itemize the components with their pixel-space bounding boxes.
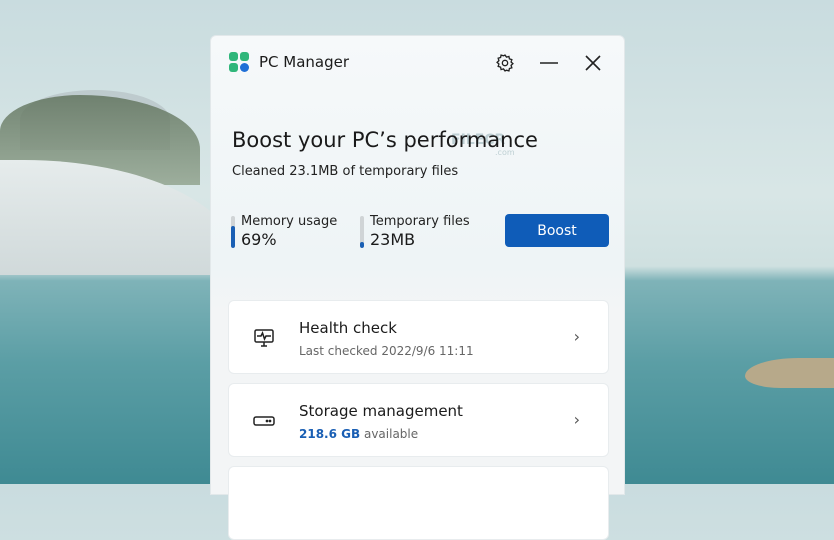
background-hill (0, 160, 240, 275)
health-monitor-icon (254, 329, 274, 347)
app-title: PC Manager (259, 53, 350, 71)
storage-management-card[interactable]: Storage management 218.6 GB available › (228, 383, 609, 457)
storage-available-value: 218.6 GB (299, 427, 361, 441)
temporary-files-bar (360, 216, 364, 248)
chevron-right-icon: › (573, 327, 580, 346)
storage-drive-icon (253, 416, 275, 426)
memory-usage-metric: Memory usage 69% (231, 214, 337, 250)
settings-button[interactable] (492, 50, 518, 76)
title-bar: PC Manager (229, 52, 349, 72)
metric-value: 69% (241, 230, 277, 249)
memory-usage-bar (231, 216, 235, 248)
close-button[interactable] (580, 50, 606, 76)
minimize-icon (540, 62, 558, 64)
minimize-button[interactable] (536, 50, 562, 76)
metric-value: 23MB (370, 230, 416, 249)
card-title: Storage management (299, 402, 463, 420)
card-title: Health check (299, 319, 397, 337)
hero-subtitle: Cleaned 23.1MB of temporary files (232, 164, 459, 179)
card-subtitle: Last checked 2022/9/6 11:11 (299, 344, 474, 358)
temporary-files-metric: Temporary files 23MB (360, 214, 470, 250)
metric-label: Memory usage (241, 214, 338, 229)
health-check-card[interactable]: Health check Last checked 2022/9/6 11:11… (228, 300, 609, 374)
pc-manager-window: PC Manager FILECR .com Boost your PC’s pe… (210, 35, 625, 540)
background-grass (745, 358, 834, 388)
storage-available-label: available (363, 427, 419, 441)
close-icon (585, 55, 601, 71)
next-card[interactable] (228, 466, 609, 540)
pc-manager-logo-icon (229, 52, 249, 72)
boost-button[interactable]: Boost (505, 214, 609, 247)
chevron-right-icon: › (573, 410, 580, 429)
card-subtitle: 218.6 GB available (299, 427, 418, 441)
gear-icon (496, 54, 514, 72)
metric-label: Temporary files (370, 214, 470, 229)
hero-title: Boost your PC’s performance (232, 128, 538, 152)
